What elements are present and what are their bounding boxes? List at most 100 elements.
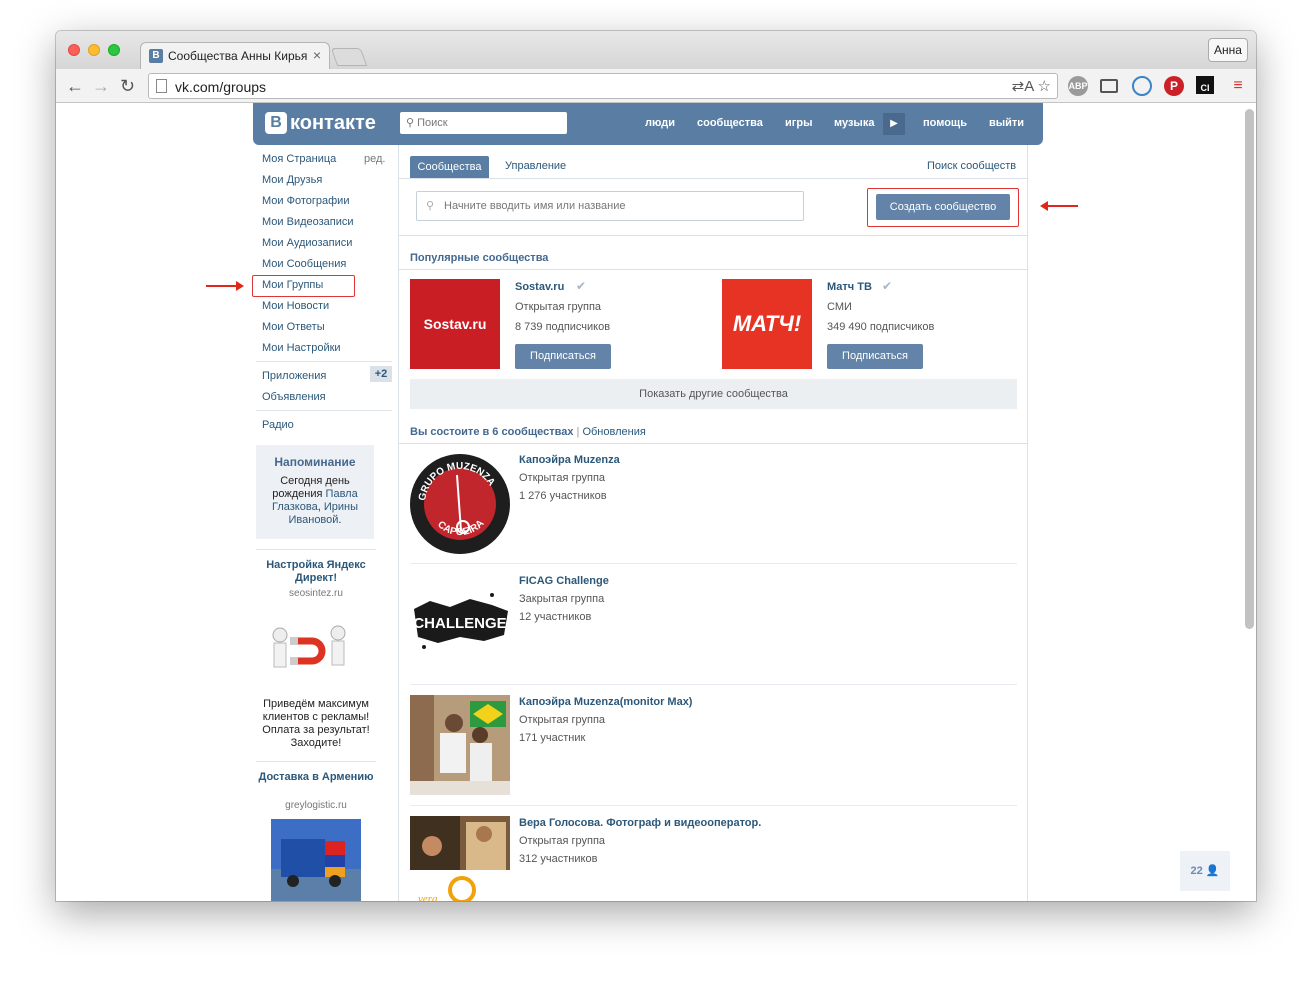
reload-icon[interactable]: ↻ [120,76,135,97]
verified-icon: ✔ [576,279,587,293]
pinterest-icon[interactable]: P [1164,76,1184,96]
popular-subscribers: 8 739 подписчиков [515,321,611,333]
nav-people[interactable]: люди [645,117,675,129]
nav-logout[interactable]: выйти [989,117,1024,129]
updates-link[interactable]: Обновления [582,426,645,438]
adblock-icon[interactable]: ABP [1068,76,1088,96]
close-window-button[interactable] [68,44,80,56]
reminder-text: Сегодня день рождения Павла Глазкова, Ир… [272,475,358,526]
nav-help[interactable]: помощь [923,117,967,129]
maximize-window-button[interactable] [108,44,120,56]
group-name[interactable]: FICAG Challenge [519,575,609,587]
title-bar: В Сообщества Анны Кирьянов × Анна [56,31,1256,70]
sostav-logo[interactable]: Sostav.ru [410,279,500,369]
reminder-title: Напоминание [274,455,356,469]
tab-close-icon[interactable]: × [313,47,321,63]
menu-ads[interactable]: Объявления [262,391,326,403]
match-tv-logo[interactable]: МАТЧ! [722,279,812,369]
page-icon [156,79,167,93]
challenge-logo-text: CHALLENGE [413,615,506,632]
tab-communities[interactable]: Сообщества [410,156,489,178]
verified-icon: ✔ [882,279,893,293]
group-name[interactable]: Капоэйра Muzenza [519,454,620,466]
challenge-logo[interactable]: CHALLENGE [410,581,510,661]
nav-games[interactable]: игры [785,117,812,129]
ad-divider [256,549,376,550]
ad-title[interactable]: Доставка в Армению [256,771,376,784]
truck-ad-image[interactable] [271,819,361,901]
subscribe-button[interactable]: Подписаться [515,344,611,369]
popular-subscribers: 349 490 подписчиков [827,321,935,333]
menu-divider [256,410,392,411]
group-name[interactable]: Вера Голосова. Фотограф и видеооператор. [519,817,761,829]
vk-favicon-icon: В [149,49,163,63]
group-members: 12 участников [519,611,592,623]
tab-title: Сообщества Анны Кирьянов [168,49,308,63]
popular-name[interactable]: Матч ТВ [827,281,872,293]
tab-manage[interactable]: Управление [505,160,566,172]
popular-type: Открытая группа [515,301,602,313]
group-type: Закрытая группа [519,593,605,605]
menu-icon[interactable]: ≡ [1228,76,1248,96]
web-page: Вконтакте ⚲ Поиск люди сообщества игры м… [56,103,1256,901]
nav-music[interactable]: музыка [834,117,874,129]
menu-friends[interactable]: Мои Друзья [262,174,322,186]
menu-photos[interactable]: Мои Фотографии [262,195,349,207]
ci-icon[interactable]: CI [1196,76,1214,94]
vk-logo[interactable]: Вконтакте [265,112,376,135]
translate-icon[interactable]: ⇄A [1012,78,1034,95]
muzenza-logo[interactable]: GRUPO MUZENZA CAPOEIRA [409,453,511,555]
group-members: 1 276 участников [519,490,607,502]
user-icon: 👤 [1205,865,1220,877]
forward-icon[interactable]: → [92,76,110,97]
subscribe-button[interactable]: Подписаться [827,344,923,369]
page-scrollbar[interactable] [1245,109,1254,629]
menu-edit-link[interactable]: ред. [364,153,385,165]
menu-groups[interactable]: Мои Группы [262,279,323,291]
back-icon[interactable]: ← [66,76,84,97]
magnet-ad-image[interactable] [268,623,364,683]
member-title: Вы состоите в 6 сообществах | Обновления [410,426,646,438]
minimize-window-button[interactable] [88,44,100,56]
apps-badge[interactable]: +2 [370,366,392,382]
nav-communities[interactable]: сообщества [697,117,763,129]
annotation-arrow-left [1040,201,1078,211]
community-search-input[interactable]: ⚲ Начните вводить имя или название [416,191,804,221]
play-icon[interactable]: ▶ [883,113,905,135]
search-icon: ⚲ [406,117,415,129]
ad-title[interactable]: Настройка Яндекс Директ! [256,559,376,585]
menu-apps[interactable]: Приложения [262,370,326,382]
new-tab-button[interactable] [330,48,368,66]
menu-settings[interactable]: Мои Настройки [262,342,341,354]
group-members: 171 участник [519,732,586,744]
popular-type: СМИ [827,301,852,313]
ad-domain: seosintez.ru [289,588,343,599]
menu-my-page[interactable]: Моя Страница [262,153,336,165]
browser-toolbar: ← → ↻ vk.com/groups ⇄A ☆ ABP P CI ≡ [56,69,1256,103]
vk-search-input[interactable]: ⚲ Поиск [400,112,567,134]
menu-radio[interactable]: Радио [262,419,294,431]
search-communities-link[interactable]: Поиск сообществ [927,160,1016,172]
vera-logo-text: vera [418,893,438,901]
menu-videos[interactable]: Мои Видеозаписи [262,216,354,228]
group-type: Открытая группа [519,472,606,484]
online-counter[interactable]: 22 👤 [1180,851,1230,891]
browser-tab[interactable]: В Сообщества Анны Кирьянов × [140,42,330,70]
capoeira-photo[interactable] [410,695,510,795]
menu-news[interactable]: Мои Новости [262,300,329,312]
menu-answers[interactable]: Мои Ответы [262,321,325,333]
show-more-communities[interactable]: Показать другие сообщества [410,379,1017,409]
group-type: Открытая группа [519,714,606,726]
menu-messages[interactable]: Мои Сообщения [262,258,346,270]
group-name[interactable]: Капоэйра Muzenza(monitor Max) [519,696,692,708]
address-bar[interactable]: vk.com/groups ⇄A ☆ [148,73,1058,99]
camera-icon[interactable] [1132,76,1152,96]
profile-button[interactable]: Анна [1208,38,1248,62]
menu-audio[interactable]: Мои Аудиозаписи [262,237,352,249]
popular-name[interactable]: Sostav.ru [515,281,564,293]
bookmark-star-icon[interactable]: ☆ [1038,78,1051,95]
create-community-button[interactable]: Создать сообщество [876,194,1010,220]
fullscreen-icon[interactable] [1100,79,1118,93]
vera-photo[interactable]: vera [410,816,510,901]
ad-text: Приведём максимум клиентов с рекламы! Оп… [262,698,370,749]
